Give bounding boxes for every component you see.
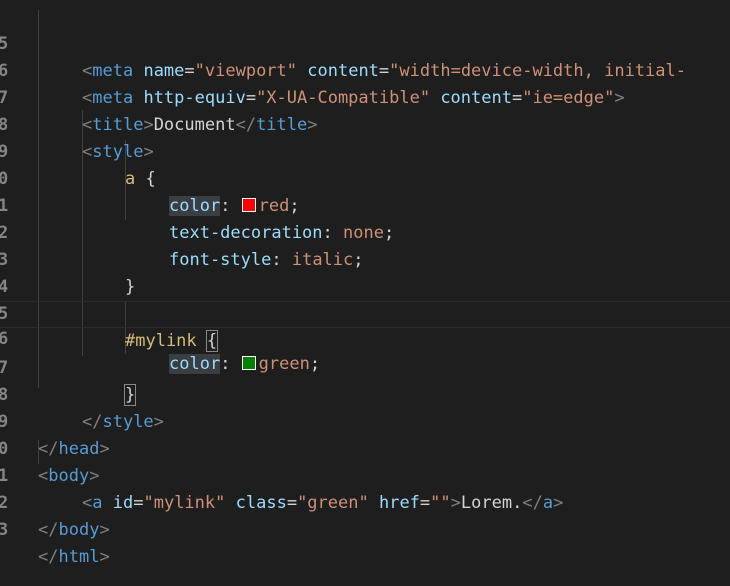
- code-line[interactable]: 1 <a id="mylink" class="green" href="">L…: [0, 436, 730, 513]
- code-line-current[interactable]: 6 color: green;: [0, 301, 730, 374]
- code-line[interactable]: 8 </style>: [0, 355, 730, 432]
- code-line[interactable]: 6 <meta http-equiv="X-UA-Compatible" con…: [0, 31, 730, 108]
- code-line[interactable]: 1 text-decoration: none;: [0, 166, 730, 243]
- code-editor[interactable]: 5 <meta name="viewport" content="width=d…: [0, 0, 730, 586]
- code-line[interactable]: 0 color: red;: [0, 139, 730, 216]
- line-number: 3: [0, 520, 9, 540]
- code-line[interactable]: 5 #mylink {: [0, 274, 730, 352]
- code-token: html: [58, 547, 100, 567]
- line-code: </html>: [38, 544, 110, 571]
- code-line[interactable]: 4: [0, 247, 730, 297]
- code-line[interactable]: 0 <body>: [0, 409, 730, 486]
- code-token: </: [38, 547, 59, 567]
- code-token: </: [38, 520, 59, 540]
- code-line[interactable]: 8 <style>: [0, 85, 730, 162]
- code-line[interactable]: 7 }: [0, 328, 730, 406]
- code-token: >: [99, 520, 110, 540]
- code-line[interactable]: 3 </html>: [0, 490, 730, 567]
- code-line[interactable]: 9 a {: [0, 112, 730, 189]
- line-code: </body>: [38, 517, 110, 544]
- code-line[interactable]: 9 </head>: [0, 382, 730, 459]
- code-line[interactable]: 7 <title>Document</title>: [0, 58, 730, 135]
- code-token: body: [58, 520, 100, 540]
- code-line[interactable]: 2 font-style: italic;: [0, 193, 730, 270]
- code-line[interactable]: 2 </body>: [0, 463, 730, 540]
- code-token: >: [99, 547, 110, 567]
- code-line[interactable]: 3 }: [0, 220, 730, 297]
- code-line[interactable]: 5 <meta name="viewport" content="width=d…: [0, 4, 730, 81]
